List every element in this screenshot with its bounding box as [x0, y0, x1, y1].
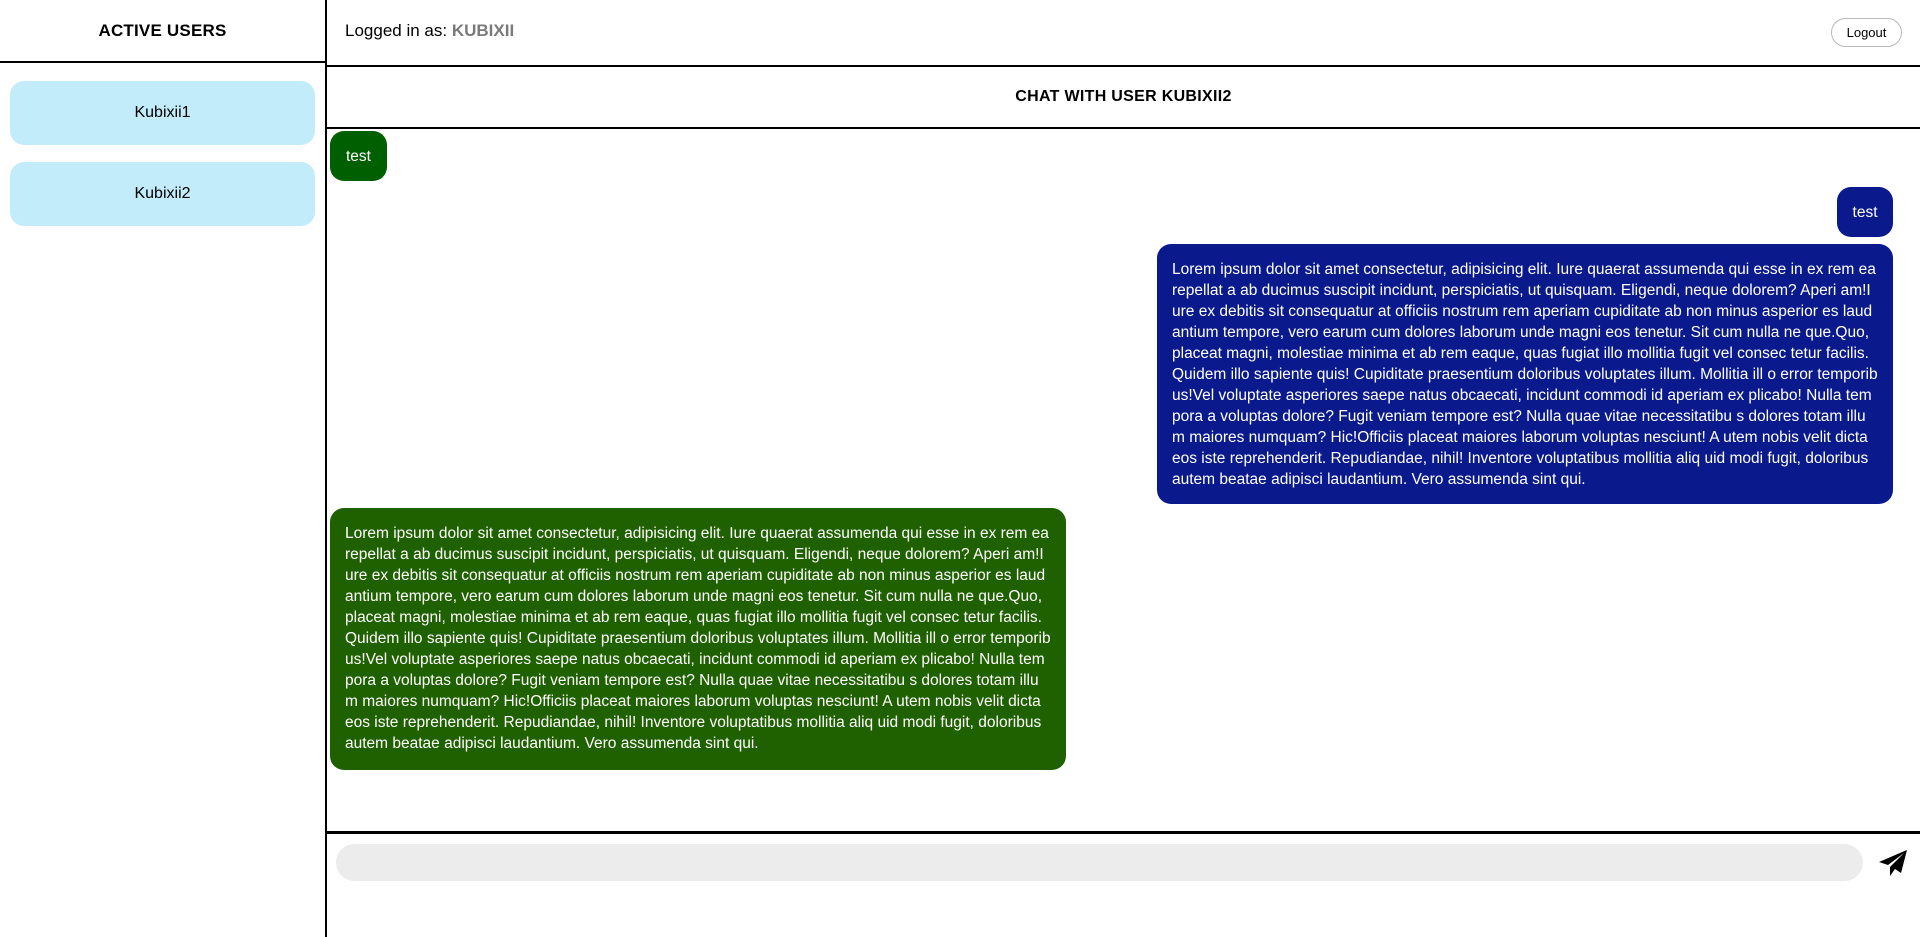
- message-received: Lorem ipsum dolor sit amet consectetur, …: [330, 508, 1066, 770]
- topbar: Logged in as: KUBIXII Logout: [327, 0, 1920, 67]
- sidebar: ACTIVE USERS Kubixii1 Kubixii2: [0, 0, 327, 937]
- message-list: test test Lorem ipsum dolor sit amet con…: [327, 129, 1920, 832]
- user-item-kubixii1[interactable]: Kubixii1: [10, 81, 315, 145]
- message-sent: test: [1837, 187, 1893, 237]
- logout-button[interactable]: Logout: [1831, 18, 1902, 47]
- user-item-kubixii2[interactable]: Kubixii2: [10, 162, 315, 226]
- message-sent: Lorem ipsum dolor sit amet consectetur, …: [1157, 244, 1893, 504]
- message-input[interactable]: [336, 844, 1863, 881]
- login-info: Logged in as: KUBIXII: [345, 21, 514, 41]
- message-composer: [327, 831, 1920, 937]
- message-received: test: [330, 131, 387, 181]
- chat-title: CHAT WITH USER KUBIXII2: [327, 67, 1920, 129]
- login-prefix: Logged in as:: [345, 21, 448, 40]
- send-icon: [1878, 849, 1908, 877]
- sidebar-title: ACTIVE USERS: [0, 0, 325, 63]
- active-users-list: Kubixii1 Kubixii2: [0, 63, 325, 226]
- chat-app: ACTIVE USERS Kubixii1 Kubixii2 Logged in…: [0, 0, 1920, 937]
- send-button[interactable]: [1873, 844, 1913, 882]
- logged-in-username: KUBIXII: [451, 21, 515, 40]
